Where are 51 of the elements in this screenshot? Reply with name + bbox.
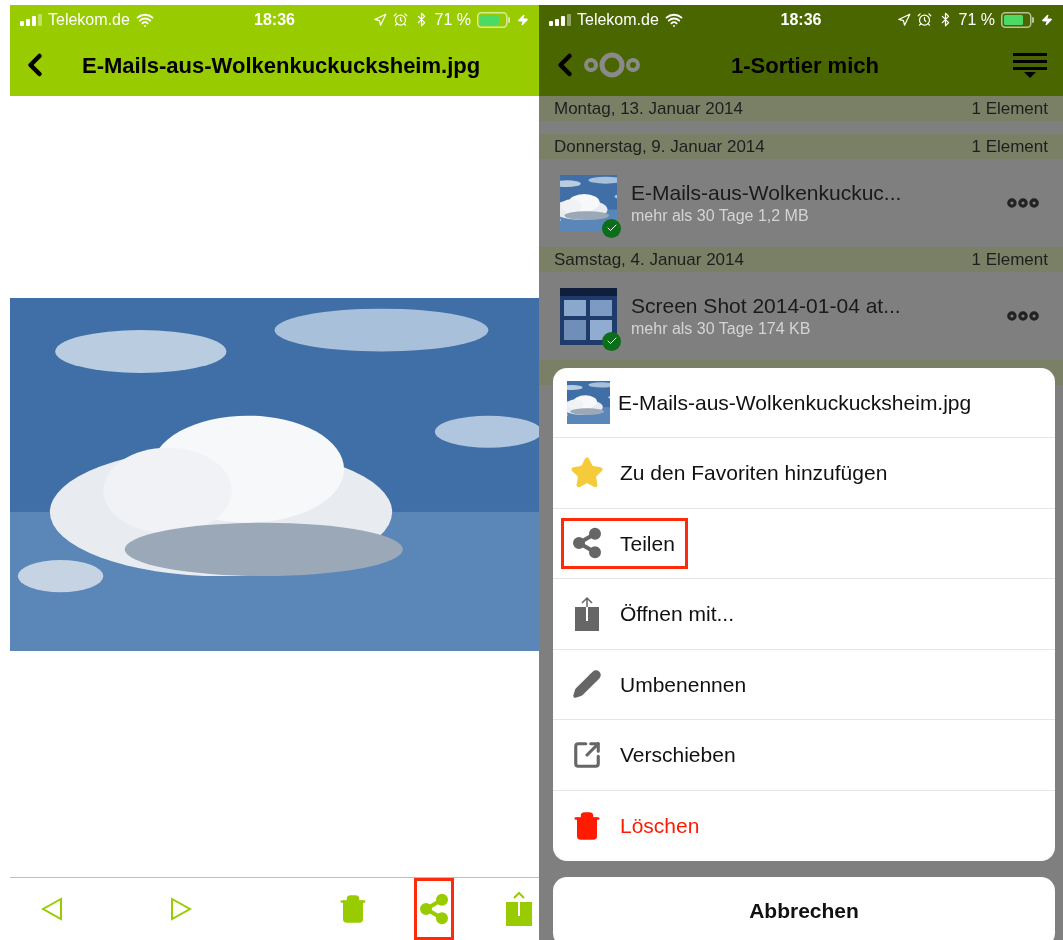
screen-title: 1-Sortier mich — [731, 51, 879, 80]
action-item[interactable]: Öffnen mit... — [561, 588, 747, 640]
action-item[interactable]: Umbenennen — [561, 658, 760, 710]
battery-percent: 71 % — [958, 9, 995, 30]
sheet-file-name: E-Mails-aus-Wolkenkuckucksheim.jpg — [618, 389, 972, 416]
signal-icon — [20, 13, 42, 26]
cloud-logo-icon — [583, 51, 641, 79]
alarm-icon — [392, 12, 408, 27]
action-item[interactable]: Verschieben — [561, 729, 749, 781]
battery-percent: 71 % — [434, 9, 471, 30]
action-item[interactable]: Teilen — [561, 517, 688, 569]
file-meta: mehr als 30 Tage 1,2 MB — [631, 206, 810, 226]
item-count: 1 Element — [971, 97, 1048, 120]
export-icon — [573, 595, 601, 632]
clock-time: 18:36 — [254, 9, 295, 30]
item-count: 1 Element — [971, 248, 1048, 271]
trash-icon — [572, 810, 602, 841]
signal-icon — [549, 13, 571, 26]
section-date: Donnerstag, 9. Januar 2014 — [554, 135, 765, 158]
file-name: E-Mails-aus-Wolkenkuckuc... — [631, 180, 903, 206]
action-item[interactable]: Zu den Favoriten hinzufügen — [561, 447, 901, 499]
charging-icon — [1041, 13, 1053, 26]
section-date: Montag, 13. Januar 2014 — [554, 97, 744, 120]
charging-icon — [517, 13, 529, 26]
file-name: Screen Shot 2014-01-04 at... — [631, 293, 902, 319]
pencil-icon — [572, 669, 602, 700]
share-icon — [417, 893, 450, 925]
star-icon — [570, 455, 604, 490]
carrier-name: Telekom.de — [577, 9, 659, 30]
clock-time: 18:36 — [780, 9, 822, 30]
section-date: Samstag, 4. Januar 2014 — [554, 248, 744, 271]
previous-icon — [40, 897, 63, 921]
carrier-name: Telekom.de — [48, 9, 130, 30]
share-icon — [571, 527, 603, 560]
action-item[interactable]: Löschen — [561, 800, 713, 852]
location-icon — [896, 12, 911, 27]
file-row[interactable]: Screen Shot 2014-01-04 at... mehr als 30 Tage 174 KB — [539, 272, 1063, 360]
location-icon — [372, 12, 387, 27]
cancel-button[interactable]: Abbrechen — [553, 877, 1055, 940]
battery-icon — [477, 11, 511, 28]
file-meta: mehr als 30 Tage 174 KB — [631, 319, 812, 339]
move-icon — [572, 739, 602, 770]
sort-menu-icon[interactable] — [1013, 51, 1047, 79]
file-row[interactable]: E-Mails-aus-Wolkenkuckuc... mehr als 30 Tage 1,2 MB — [539, 159, 1063, 247]
share-button[interactable] — [414, 878, 454, 940]
item-count: 1 Element — [971, 135, 1048, 158]
export-icon — [505, 891, 534, 927]
screen-title: E-Mails-aus-Wolkenkuckucksheim.jpg — [82, 51, 481, 80]
alarm-icon — [916, 12, 932, 27]
battery-icon — [1001, 11, 1035, 28]
next-icon — [170, 897, 193, 921]
